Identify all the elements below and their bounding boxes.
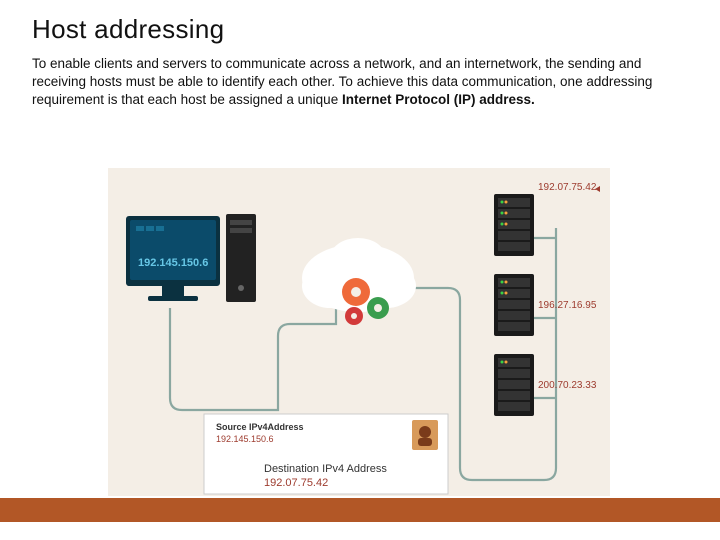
dest-value: 192.07.75.42 (264, 477, 328, 489)
envelope-icon: Source IPv4Address 192.145.150.6 Destina… (204, 414, 448, 494)
source-value: 192.145.150.6 (216, 434, 274, 444)
client-ip-label: 192.145.150.6 (138, 257, 208, 269)
source-label: Source IPv4Address (216, 422, 304, 432)
client-pc: 192.145.150.6 (126, 214, 256, 302)
intro-paragraph: To enable clients and servers to communi… (0, 51, 720, 110)
server-3-ip: 200.70.23.33 (538, 380, 597, 391)
footer-bar (0, 498, 720, 522)
wire-client-to-cloud (170, 298, 336, 410)
network-diagram: 192.145.150.6 (108, 168, 610, 496)
page-title: Host addressing (0, 0, 720, 51)
server-1: 192.07.75.42 (494, 182, 600, 256)
server-3: 200.70.23.33 (494, 354, 597, 416)
dest-label: Destination IPv4 Address (264, 463, 387, 475)
intro-text-bold: Internet Protocol (IP) address. (342, 92, 535, 107)
server-1-ip: 192.07.75.42 (538, 182, 597, 193)
server-2-ip: 196.27.16.95 (538, 300, 597, 311)
server-2: 196.27.16.95 (494, 274, 597, 336)
